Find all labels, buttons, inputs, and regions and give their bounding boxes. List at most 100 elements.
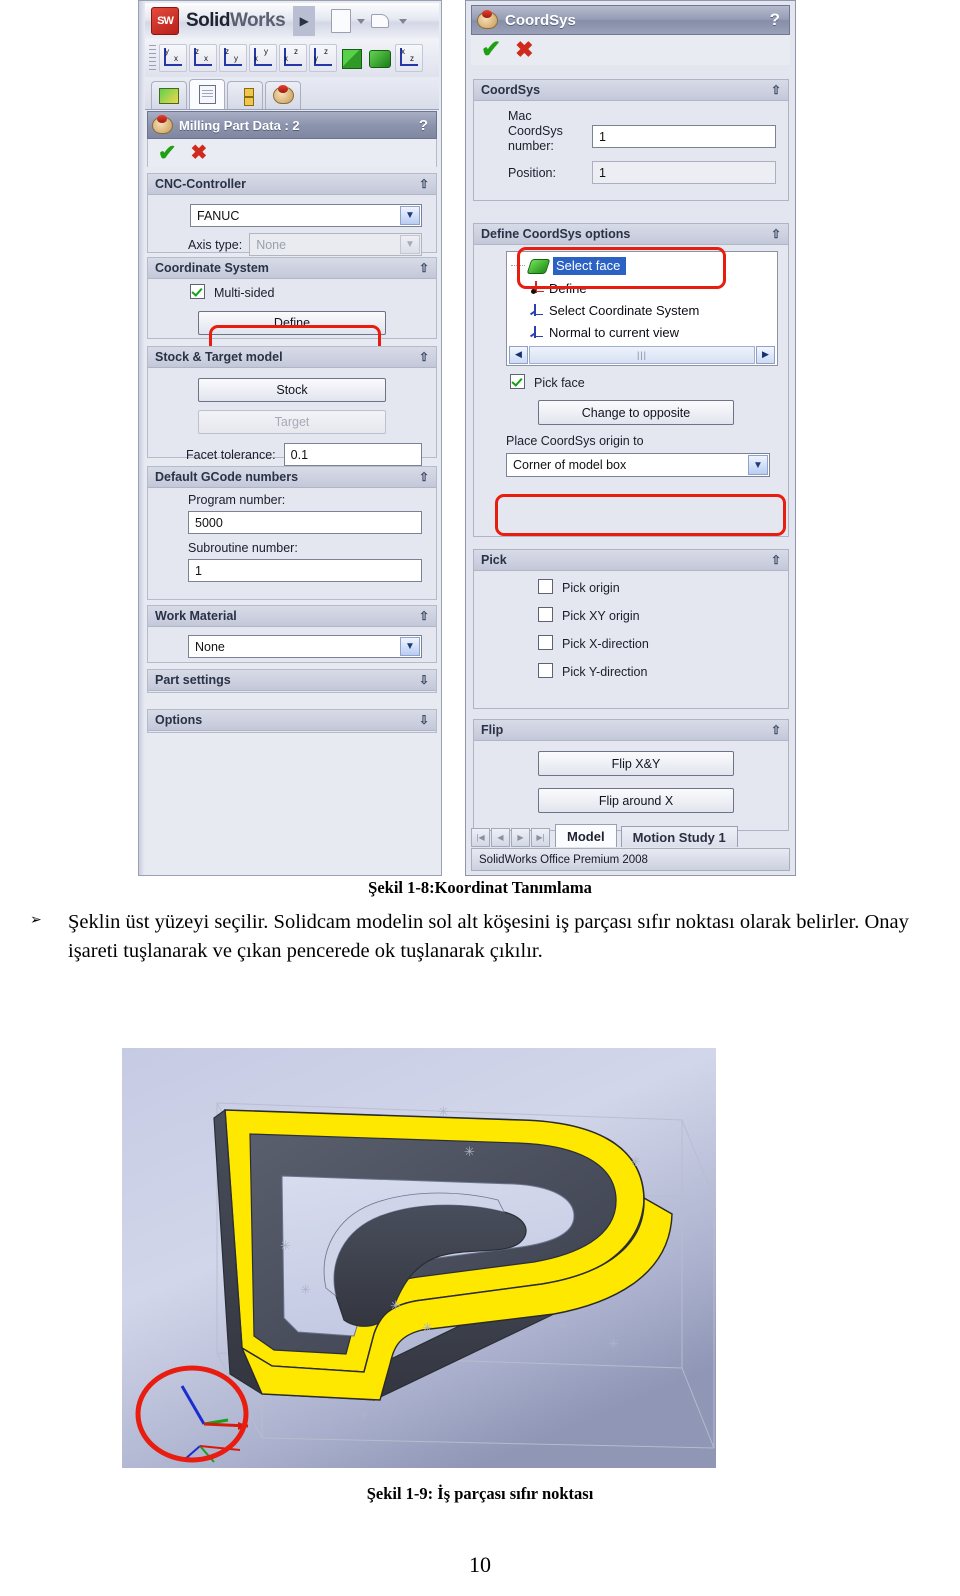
list-item-normal-to-current-view[interactable]: Normal to current view — [507, 321, 777, 343]
menu-expand-arrow-icon[interactable]: ▶ — [293, 6, 316, 36]
tab-model[interactable]: Model — [555, 824, 617, 847]
toolbar-drag-handle[interactable] — [149, 45, 156, 71]
group-options[interactable]: Options ⇩ — [147, 709, 437, 733]
group-header-gcode[interactable]: Default GCode numbers ⇧ — [148, 467, 436, 488]
tab-motion-study-1[interactable]: Motion Study 1 — [620, 826, 738, 847]
group-header-part-settings[interactable]: Part settings ⇩ — [148, 670, 436, 691]
group-body-pick: Pick origin Pick XY origin Pick X-direct… — [474, 571, 788, 689]
chevron-up-icon[interactable]: ⇧ — [419, 177, 429, 191]
first-tab-arrow-icon[interactable]: |◀ — [471, 828, 490, 847]
group-header-pick[interactable]: Pick ⇧ — [474, 550, 788, 571]
mac-coordsys-input[interactable]: 1 — [592, 125, 776, 148]
place-origin-select[interactable]: Corner of model box ▼ — [506, 453, 770, 477]
group-part-settings[interactable]: Part settings ⇩ — [147, 669, 437, 693]
position-input[interactable]: 1 — [592, 161, 776, 185]
group-header-coordinate-system[interactable]: Coordinate System ⇧ — [148, 258, 436, 279]
group-header-flip[interactable]: Flip ⇧ — [474, 720, 788, 741]
pick-face-label: Pick face — [534, 376, 585, 390]
program-number-input[interactable]: 5000 — [188, 511, 422, 534]
group-body-coordsys: Mac CoordSys number: 1 Position: 1 — [474, 101, 788, 191]
view-top-button[interactable]: zx — [189, 44, 217, 72]
pick-face-row[interactable]: Pick face — [510, 374, 778, 392]
flip-around-x-button[interactable]: Flip around X — [538, 788, 734, 813]
place-origin-label: Place CoordSys origin to — [506, 434, 644, 448]
accept-check-icon[interactable]: ✔ — [158, 142, 176, 164]
help-icon[interactable]: ? — [419, 117, 428, 134]
facet-tolerance-input[interactable]: 0.1 — [283, 443, 422, 466]
next-tab-arrow-icon[interactable]: ▶ — [511, 828, 530, 847]
help-icon[interactable]: ? — [770, 10, 780, 30]
tab-configuration-manager[interactable] — [227, 81, 263, 109]
work-material-select[interactable]: None ▼ — [188, 635, 422, 658]
pick-y-direction-row[interactable]: Pick Y-direction — [538, 663, 778, 681]
axis-type-select[interactable]: None ▼ — [249, 233, 422, 256]
flip-xy-button[interactable]: Flip X&Y — [538, 751, 734, 776]
pick-xy-origin-checkbox[interactable] — [538, 607, 553, 622]
change-to-opposite-button[interactable]: Change to opposite — [538, 400, 734, 425]
multi-sided-row[interactable]: Multi-sided — [190, 284, 428, 302]
group-header-cnc-controller[interactable]: CNC-Controller ⇧ — [148, 174, 436, 195]
open-document-chevron-down-icon[interactable] — [399, 18, 408, 24]
options-horizontal-scrollbar[interactable]: ◀ ||| ▶ — [509, 345, 775, 364]
view-normal-to-button[interactable]: xz — [395, 44, 423, 72]
group-header-stock-target[interactable]: Stock & Target model ⇧ — [148, 347, 436, 368]
cancel-cross-icon[interactable]: ✖ — [190, 143, 207, 163]
previous-tab-arrow-icon[interactable]: ◀ — [491, 828, 510, 847]
view-bottom-button[interactable]: xz — [279, 44, 307, 72]
target-button[interactable]: Target — [198, 410, 386, 434]
new-document-chevron-down-icon[interactable] — [357, 18, 366, 24]
new-document-icon[interactable] — [331, 9, 352, 33]
scroll-thumb[interactable]: ||| — [529, 345, 755, 364]
view-right-button[interactable]: zy — [219, 44, 247, 72]
group-header-coordsys[interactable]: CoordSys ⇧ — [474, 80, 788, 101]
chevron-up-icon[interactable]: ⇧ — [419, 261, 429, 275]
cnc-controller-select[interactable]: FANUC ▼ — [190, 204, 422, 227]
chevron-up-icon[interactable]: ⇧ — [771, 227, 781, 241]
stock-button[interactable]: Stock — [198, 378, 386, 402]
chevron-up-icon[interactable]: ⇧ — [419, 470, 429, 484]
chevron-down-icon[interactable]: ⇩ — [419, 673, 429, 687]
chevron-down-icon[interactable]: ▼ — [748, 455, 768, 475]
tab-feature-manager[interactable] — [151, 81, 187, 109]
chevron-down-icon[interactable]: ▼ — [400, 235, 420, 254]
pick-face-checkbox[interactable] — [510, 374, 525, 389]
list-item-label: Define — [549, 280, 587, 296]
tab-property-manager[interactable] — [189, 79, 225, 109]
scroll-left-arrow-icon[interactable]: ◀ — [509, 345, 528, 364]
chevron-up-icon[interactable]: ⇧ — [771, 83, 781, 97]
pick-x-direction-checkbox[interactable] — [538, 635, 553, 650]
view-isometric-button[interactable] — [339, 45, 365, 71]
scroll-right-arrow-icon[interactable]: ▶ — [756, 345, 775, 364]
group-header-work-material[interactable]: Work Material ⇧ — [148, 606, 436, 627]
pick-x-direction-row[interactable]: Pick X-direction — [538, 635, 778, 653]
pick-origin-row[interactable]: Pick origin — [538, 579, 778, 597]
group-title: Pick — [481, 553, 507, 567]
list-item-select-coordinate-system[interactable]: Select Coordinate System — [507, 299, 777, 321]
view-shaded-button[interactable] — [367, 45, 393, 71]
chevron-up-icon[interactable]: ⇧ — [771, 553, 781, 567]
list-item-define[interactable]: Define — [507, 277, 777, 299]
group-header-define-coordsys[interactable]: Define CoordSys options ⇧ — [474, 224, 788, 245]
view-left-button[interactable]: yz — [309, 44, 337, 72]
chevron-up-icon[interactable]: ⇧ — [771, 723, 781, 737]
open-document-icon[interactable] — [371, 12, 393, 30]
define-button[interactable]: Define — [198, 311, 386, 335]
chevron-up-icon[interactable]: ⇧ — [419, 609, 429, 623]
cancel-cross-icon[interactable]: ✖ — [515, 39, 533, 61]
subroutine-number-input[interactable]: 1 — [188, 559, 422, 582]
pick-origin-checkbox[interactable] — [538, 579, 553, 594]
chevron-down-icon[interactable]: ⇩ — [419, 713, 429, 727]
list-item-select-face[interactable]: Select face — [507, 255, 777, 277]
chevron-up-icon[interactable]: ⇧ — [419, 350, 429, 364]
pick-y-direction-checkbox[interactable] — [538, 663, 553, 678]
chevron-down-icon[interactable]: ▼ — [400, 206, 420, 225]
group-header-options[interactable]: Options ⇩ — [148, 710, 436, 731]
view-back-button[interactable]: xy — [249, 44, 277, 72]
last-tab-arrow-icon[interactable]: ▶| — [531, 828, 550, 847]
chevron-down-icon[interactable]: ▼ — [400, 637, 420, 656]
pick-xy-origin-row[interactable]: Pick XY origin — [538, 607, 778, 625]
view-front-button[interactable]: yx — [159, 44, 187, 72]
tab-solidcam-manager[interactable] — [265, 81, 301, 109]
accept-check-icon[interactable]: ✔ — [481, 38, 501, 62]
multi-sided-checkbox[interactable] — [190, 284, 205, 299]
